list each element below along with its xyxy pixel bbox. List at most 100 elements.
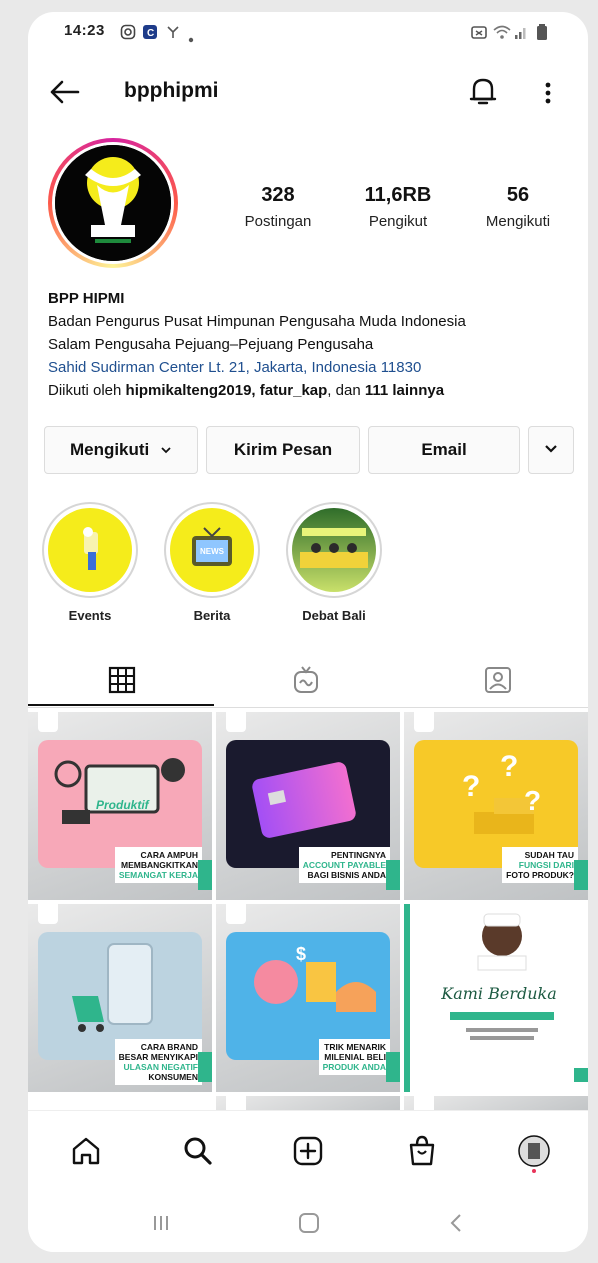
- avatar: [52, 142, 174, 264]
- highlight-berita[interactable]: NEWS Berita: [164, 502, 260, 623]
- bell-icon[interactable]: [468, 75, 498, 109]
- more-vertical-icon[interactable]: [538, 75, 558, 109]
- post-badge: Produktif: [96, 798, 149, 812]
- home-button-icon[interactable]: [294, 1208, 324, 1238]
- status-time: 14:23: [64, 22, 105, 39]
- bio-line-1: Badan Pengurus Pusat Himpunan Pengusaha …: [48, 313, 466, 330]
- app-icon: C: [142, 24, 158, 44]
- shop-icon[interactable]: [404, 1133, 440, 1169]
- stat-followers[interactable]: 11,6RB Pengikut: [338, 184, 458, 230]
- svg-text:?: ?: [524, 785, 541, 816]
- highlight-ring: [42, 502, 138, 598]
- post-caption: CARA AMPUH MEMBANGKITKAN SEMANGAT KERJA: [114, 847, 202, 883]
- email-button[interactable]: Email: [368, 426, 520, 474]
- message-button-label: Kirim Pesan: [233, 440, 333, 459]
- new-post-icon[interactable]: [290, 1133, 326, 1169]
- following-button[interactable]: Mengikuti: [44, 426, 198, 474]
- caption-line: TRIK MENARIK: [324, 1042, 386, 1052]
- system-nav-bar: [28, 1190, 588, 1252]
- megaphone-icon: [48, 508, 132, 592]
- stat-following-label: Mengikuti: [485, 213, 551, 230]
- profile-username: bpphipmi: [124, 79, 219, 102]
- stat-posts[interactable]: 328 Postingan: [218, 184, 338, 230]
- back-arrow-icon[interactable]: [48, 77, 82, 107]
- recent-apps-icon[interactable]: [146, 1208, 176, 1238]
- caption-line: ULASAN NEGATIF: [123, 1062, 198, 1072]
- profile-avatar-icon[interactable]: [516, 1133, 552, 1173]
- bottom-nav: [28, 1110, 588, 1190]
- svg-text:?: ?: [500, 750, 518, 783]
- caption-line: PENTINGNYA: [331, 850, 386, 860]
- grid-icon[interactable]: [106, 664, 138, 696]
- post-thumbnail[interactable]: Kami Berduka: [404, 904, 588, 1092]
- followed-by[interactable]: Diikuti oleh hipmikalteng2019, fatur_kap…: [48, 379, 568, 402]
- hipmi-logo-icon: [55, 145, 171, 261]
- caption-line: PRODUK ANDA: [322, 1062, 386, 1072]
- stat-posts-count: 328: [261, 184, 295, 206]
- post-accent-bar: [198, 1052, 212, 1082]
- profile-avatar-ring[interactable]: [48, 138, 178, 268]
- caption-line: SEMANGAT KERJA: [118, 870, 198, 880]
- svg-text:$: $: [296, 944, 306, 964]
- instagram-icon: [120, 24, 136, 44]
- news-tv-icon: NEWS: [170, 508, 254, 592]
- caption-line: FUNGSI DARI: [518, 860, 574, 870]
- instagram-profile-screen: 14:23 C bpphipmi 328 Postingan 11,6RB Pe…: [28, 12, 588, 1252]
- highlight-label: Events: [68, 608, 112, 623]
- post-accent-bar: [574, 860, 588, 890]
- profile-bio: BPP HIPMI Badan Pengurus Pusat Himpunan …: [48, 287, 568, 402]
- home-icon[interactable]: [68, 1133, 104, 1169]
- suggested-accounts-button[interactable]: [528, 426, 574, 474]
- battery-icon: [536, 24, 548, 44]
- profile-display-name: BPP HIPMI: [48, 290, 125, 307]
- caption-line: BESAR MENYIKAPI: [118, 1052, 198, 1062]
- highlight-ring: NEWS: [164, 502, 260, 598]
- followed-by-others: 111 lainnya: [364, 382, 445, 399]
- post-accent-bar: [386, 1052, 400, 1082]
- search-icon[interactable]: [180, 1133, 216, 1169]
- svg-text:C: C: [147, 28, 154, 39]
- condolence-title: Kami Berduka: [441, 984, 557, 1003]
- post-logo: [226, 904, 246, 924]
- stat-posts-label: Postingan: [244, 213, 312, 230]
- igtv-icon[interactable]: [290, 664, 322, 696]
- post-thumbnail[interactable]: PENTINGNYA ACCOUNT PAYABLE BAGI BISNIS A…: [216, 712, 400, 900]
- post-accent-bar: [386, 860, 400, 890]
- post-accent-bar: [198, 860, 212, 890]
- caption-line: FOTO PRODUK?: [506, 870, 574, 880]
- bio-location-link[interactable]: Sahid Sudirman Center Lt. 21, Jakarta, I…: [48, 356, 568, 379]
- post-logo: [226, 712, 246, 732]
- svg-text:NEWS: NEWS: [200, 547, 225, 556]
- post-logo: [38, 904, 58, 924]
- email-button-label: Email: [421, 440, 467, 459]
- caption-line: CARA BRAND: [140, 1042, 198, 1052]
- post-thumbnail[interactable]: Produktif CARA AMPUH MEMBANGKITKAN SEMAN…: [28, 712, 212, 900]
- svg-text:?: ?: [462, 770, 480, 803]
- status-bar: 14:23 C: [28, 12, 588, 52]
- followed-by-prefix: Diikuti oleh: [48, 382, 122, 399]
- post-logo: [38, 712, 58, 732]
- post-logo: [414, 712, 434, 732]
- chevron-down-icon: [161, 447, 171, 454]
- highlight-ring: [286, 502, 382, 598]
- stat-followers-count: 11,6RB: [364, 184, 432, 206]
- caption-line: MEMBANGKITKAN: [121, 860, 198, 870]
- tagged-icon[interactable]: [482, 664, 514, 696]
- caption-line: ACCOUNT PAYABLE: [302, 860, 386, 870]
- caption-line: SUDAH TAU: [524, 850, 574, 860]
- bio-line-2: Salam Pengusaha Pejuang–Pejuang Pengusah…: [48, 336, 374, 353]
- post-thumbnail[interactable]: $ TRIK MENARIK MILENIAL BELI PRODUK ANDA: [216, 904, 400, 1092]
- alarm-icon: [470, 24, 488, 44]
- dot-icon: [188, 30, 194, 47]
- caption-line: KONSUMEN: [148, 1072, 198, 1082]
- highlight-debat-bali[interactable]: Debat Bali: [286, 502, 382, 623]
- profile-tabs: [28, 652, 588, 708]
- caption-line: CARA AMPUH: [140, 850, 198, 860]
- post-thumbnail[interactable]: CARA BRAND BESAR MENYIKAPI ULASAN NEGATI…: [28, 904, 212, 1092]
- stat-following[interactable]: 56 Mengikuti: [458, 184, 578, 230]
- post-thumbnail[interactable]: ? ? ? SUDAH TAU FUNGSI DARI FOTO PRODUK?: [404, 712, 588, 900]
- back-button-icon[interactable]: [442, 1208, 472, 1238]
- message-button[interactable]: Kirim Pesan: [206, 426, 360, 474]
- post-caption: PENTINGNYA ACCOUNT PAYABLE BAGI BISNIS A…: [298, 847, 390, 883]
- highlight-events[interactable]: Events: [42, 502, 138, 623]
